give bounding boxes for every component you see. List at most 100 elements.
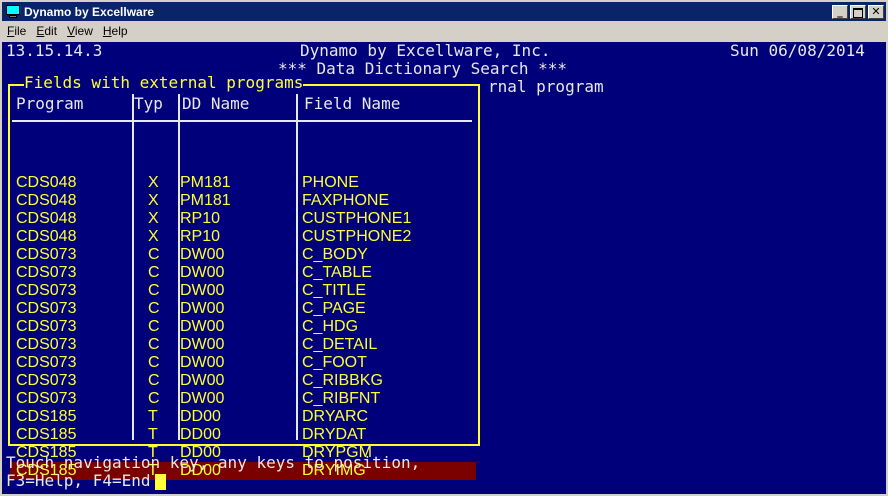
close-icon: ✕: [871, 4, 881, 18]
table-row[interactable]: CDS073 C DW00 C_FOOT: [10, 354, 476, 372]
footer-keys-text: F3=Help, F4=End: [6, 471, 151, 490]
cell-typ: X: [148, 210, 159, 227]
minimize-button[interactable]: _: [832, 4, 848, 19]
version-text: 13.15.14.3: [6, 42, 103, 60]
column-header-field-name: Field Name: [304, 94, 401, 113]
cell-typ: C: [148, 390, 160, 407]
text-cursor: [154, 473, 166, 490]
cell-program: CDS048: [16, 174, 77, 191]
cell-dd-name: PM181: [180, 192, 231, 209]
cell-field-name: C_RIBBKG: [302, 372, 383, 389]
cell-program: CDS048: [16, 210, 77, 227]
date-text: Sun 06/08/2014: [730, 42, 865, 60]
cell-program: CDS073: [16, 282, 77, 299]
maximize-icon: [853, 7, 863, 18]
menu-file[interactable]: File: [2, 24, 31, 38]
cell-field-name: C_RIBFNT: [302, 390, 381, 407]
footer-instructions: Touch navigation key, any keys to positi…: [6, 453, 421, 472]
close-button[interactable]: ✕: [868, 4, 884, 19]
cell-typ: T: [148, 426, 158, 443]
table-row[interactable]: CDS073 C DW00 C_RIBBKG: [10, 372, 476, 390]
cell-program: CDS073: [16, 318, 77, 335]
table-row[interactable]: CDS073 C DW00 C_DETAIL: [10, 336, 476, 354]
table-row[interactable]: CDS048 X RP10 CUSTPHONE2: [10, 228, 476, 246]
cell-dd-name: DD00: [180, 408, 221, 425]
table-row[interactable]: CDS073 C DW00 C_HDG: [10, 318, 476, 336]
cell-field-name: C_BODY: [302, 246, 368, 263]
external-programs-popup: Fields with external programs Program Ty…: [8, 74, 480, 480]
minimize-icon: _: [837, 4, 843, 18]
cell-typ: C: [148, 318, 160, 335]
table-row[interactable]: CDS048 X RP10 CUSTPHONE1: [10, 210, 476, 228]
column-header-program: Program: [16, 94, 84, 113]
cell-typ: C: [148, 264, 160, 281]
cell-typ: C: [148, 336, 160, 353]
cell-program: CDS073: [16, 246, 77, 263]
table-row[interactable]: CDS073 C DW00 C_PAGE: [10, 300, 476, 318]
table-row[interactable]: CDS073 C DW00 C_TABLE: [10, 264, 476, 282]
cell-program: CDS048: [16, 228, 77, 245]
table-row[interactable]: CDS048 X PM181 PHONE: [10, 174, 476, 192]
cell-program: CDS073: [16, 372, 77, 389]
screen-subtitle: *** Data Dictionary Search ***: [278, 59, 567, 78]
cell-dd-name: PM181: [180, 174, 231, 191]
cell-program: CDS073: [16, 336, 77, 353]
cell-program: CDS185: [16, 408, 77, 425]
partial-text: rnal program: [488, 77, 604, 96]
cell-typ: C: [148, 300, 160, 317]
cell-typ: X: [148, 174, 159, 191]
cell-field-name: C_HDG: [302, 318, 359, 335]
cell-typ: T: [148, 408, 158, 425]
cell-field-name: PHONE: [302, 174, 359, 191]
menu-view[interactable]: View: [62, 24, 98, 38]
menu-edit[interactable]: Edit: [31, 24, 62, 38]
cell-program: CDS185: [16, 426, 77, 443]
footer-keys: F3=Help, F4=End: [6, 472, 166, 490]
cell-typ: X: [148, 228, 159, 245]
cell-program: CDS073: [16, 390, 77, 407]
cell-field-name: CUSTPHONE1: [302, 210, 412, 227]
cell-field-name: FAXPHONE: [302, 192, 390, 209]
header-rule: [12, 120, 472, 122]
column-header-typ: Typ: [134, 94, 163, 113]
cell-field-name: DRYARC: [302, 408, 369, 425]
cell-dd-name: DW00: [180, 336, 225, 353]
maximize-button[interactable]: [850, 4, 866, 19]
table-row[interactable]: CDS073 C DW00 C_RIBFNT: [10, 390, 476, 408]
cell-typ: C: [148, 372, 160, 389]
table-row[interactable]: CDS073 C DW00 C_BODY: [10, 246, 476, 264]
cell-dd-name: DW00: [180, 246, 225, 263]
table-row[interactable]: CDS185 T DD00 DRYARC: [10, 408, 476, 426]
cell-field-name: C_TABLE: [302, 264, 372, 281]
cell-dd-name: DW00: [180, 300, 225, 317]
cell-dd-name: RP10: [180, 228, 221, 245]
cell-dd-name: DW00: [180, 282, 225, 299]
company-text: Dynamo by Excellware, Inc.: [300, 42, 551, 60]
cell-typ: C: [148, 282, 160, 299]
table-row[interactable]: CDS048 X PM181 FAXPHONE: [10, 192, 476, 210]
terminal-screen[interactable]: 13.15.14.3 Dynamo by Excellware, Inc. Su…: [2, 42, 886, 494]
cell-field-name: C_TITLE: [302, 282, 367, 299]
menu-bar: File Edit View Help: [2, 22, 886, 40]
title-bar[interactable]: Dynamo by Excellware _ ✕: [2, 2, 886, 21]
cell-typ: X: [148, 192, 159, 209]
window-title: Dynamo by Excellware: [24, 4, 155, 19]
cell-dd-name: DW00: [180, 264, 225, 281]
column-header-dd-name: DD Name: [182, 94, 250, 113]
popup-title: Fields with external programs: [24, 73, 304, 92]
cell-field-name: CUSTPHONE2: [302, 228, 412, 245]
app-window: Dynamo by Excellware _ ✕ File Edit View Hel…: [0, 0, 888, 496]
table-row[interactable]: CDS185 T DD00 DRYDAT: [10, 426, 476, 444]
table-row[interactable]: CDS073 C DW00 C_TITLE: [10, 282, 476, 300]
terminal-app-icon: [6, 4, 20, 19]
menu-help[interactable]: Help: [98, 24, 133, 38]
cell-field-name: C_FOOT: [302, 354, 367, 371]
cell-dd-name: DD00: [180, 426, 221, 443]
cell-typ: C: [148, 246, 160, 263]
cell-program: CDS073: [16, 264, 77, 281]
cell-field-name: DRYDAT: [302, 426, 367, 443]
cell-dd-name: DW00: [180, 354, 225, 371]
cell-program: CDS073: [16, 300, 77, 317]
cell-program: CDS073: [16, 354, 77, 371]
cell-field-name: C_DETAIL: [302, 336, 378, 353]
